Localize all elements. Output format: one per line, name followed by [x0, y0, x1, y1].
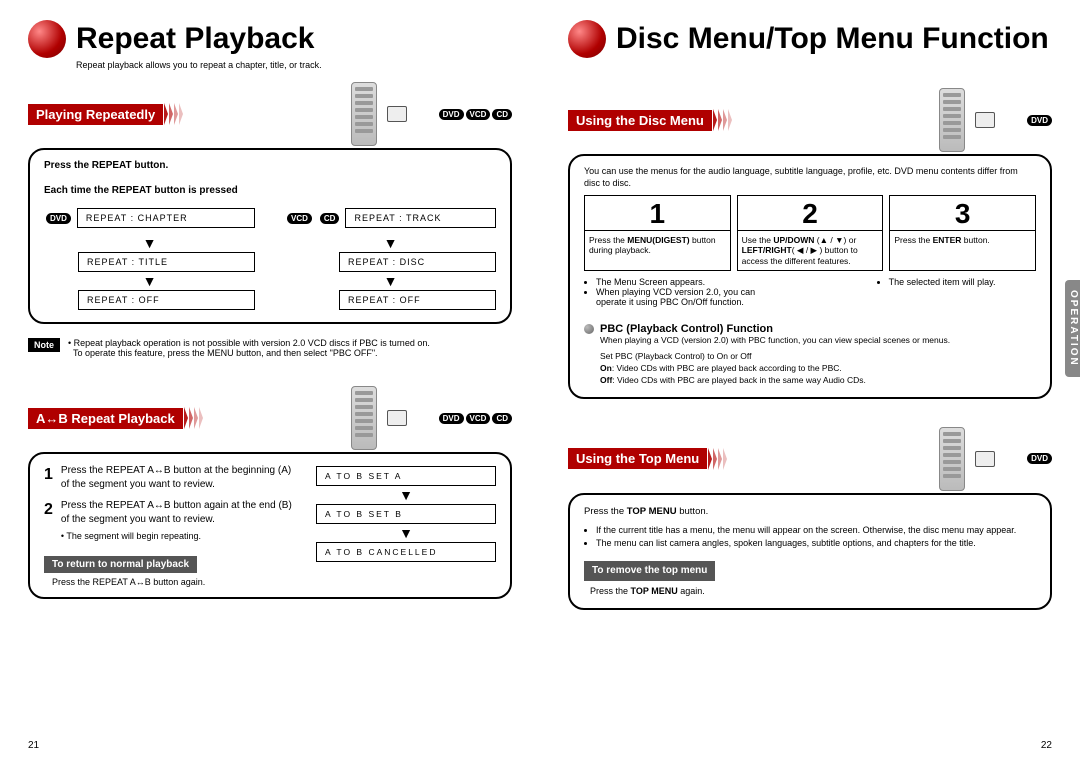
top-menu-panel: Press the TOP MENU button. If the curren… [568, 493, 1052, 610]
section-disc-menu-header: Using the Disc Menu DVD [568, 88, 1052, 152]
page-title: Repeat Playback [76, 24, 314, 54]
page-number: 21 [28, 740, 39, 751]
tab-arrows-icon [712, 109, 732, 131]
tab-arrows-icon [163, 103, 183, 125]
pbc-text: Off: Video CDs with PBC are played back … [600, 375, 1036, 387]
bullet-text: If the current title has a menu, the men… [596, 524, 1036, 537]
disc-badge: DVD [1027, 115, 1052, 126]
left-title-row: Repeat Playback [28, 20, 512, 58]
section-playing-repeatedly-header: Playing Repeatedly DVD VCD CD [28, 82, 512, 146]
repeat-button-icon [387, 106, 407, 122]
step-number: 2 [742, 200, 879, 231]
step-box-2: 2 Use the UP/DOWN (▲ / ▼) or LEFT/RIGHT(… [737, 195, 884, 271]
disc-badge: DVD [439, 109, 464, 120]
note-text: Repeat playback operation is not possibl… [74, 338, 430, 348]
down-arrow-icon: ▼ [316, 526, 496, 540]
instruction-line: Press the REPEAT button. [44, 160, 496, 171]
disc-badge: DVD [46, 213, 71, 224]
playing-repeatedly-panel: Press the REPEAT button. Each time the R… [28, 148, 512, 324]
disc-menu-panel: You can use the menus for the audio lang… [568, 154, 1052, 399]
sphere-icon [568, 20, 606, 58]
step-number: 1 [589, 200, 726, 231]
flow-state: A TO B SET A [316, 466, 496, 486]
section-top-menu-header: Using the Top Menu DVD [568, 427, 1052, 491]
side-tab-operation: OPERATION [1065, 280, 1080, 377]
intro-text: You can use the menus for the audio lang… [584, 166, 1036, 189]
step-text: Press the REPEAT A↔B button at the begin… [61, 464, 296, 491]
note-row: Note • Repeat playback operation is not … [28, 338, 512, 358]
disc-badge: DVD [439, 413, 464, 424]
return-normal-bar: To return to normal playback [44, 556, 197, 573]
down-arrow-icon: ▼ [44, 274, 255, 288]
step-box-3: 3 Press the ENTER button. [889, 195, 1036, 271]
tab-arrows-icon [707, 448, 727, 470]
left-page: Repeat Playback Repeat playback allows y… [0, 0, 540, 763]
step-text: Press the REPEAT A↔B button again at the… [61, 500, 292, 525]
remote-icon [351, 82, 377, 146]
left-subtitle: Repeat playback allows you to repeat a c… [76, 60, 512, 70]
step-number: 1 [44, 464, 53, 491]
pbc-text: On: On: Video CDs with PBC are played ba… [600, 363, 1036, 375]
right-title-row: Disc Menu/Top Menu Function [568, 20, 1052, 58]
disc-badge: CD [492, 109, 512, 120]
flow-state: A TO B SET B [316, 504, 496, 524]
page-number: 22 [1041, 740, 1052, 751]
down-arrow-icon: ▼ [44, 236, 255, 250]
bullet-text: The menu can list camera angles, spoken … [596, 537, 1036, 550]
disc-badge: VCD [287, 213, 312, 224]
bullet-text: The selected item will play. [889, 277, 1036, 287]
remote-icon [351, 386, 377, 450]
bullet-text: When playing VCD version 2.0, you can op… [596, 287, 772, 307]
flow-state: REPEAT : OFF [78, 290, 255, 310]
pbc-heading: PBC (Playback Control) Function [584, 323, 1036, 335]
section-tab: Using the Disc Menu [568, 110, 712, 131]
remote-icon [939, 427, 965, 491]
tab-arrows-icon [183, 407, 203, 429]
bullet-sphere-icon [584, 324, 594, 334]
disc-badge: VCD [466, 413, 491, 424]
down-arrow-icon: ▼ [285, 274, 496, 288]
top-menu-button-icon [975, 451, 995, 467]
disc-badge: DVD [1027, 453, 1052, 464]
step-number: 3 [894, 200, 1031, 231]
repeat-ab-button-icon [387, 410, 407, 426]
bullet-text: The Menu Screen appears. [596, 277, 772, 287]
step-number: 2 [44, 499, 53, 542]
sphere-icon [28, 20, 66, 58]
note-badge: Note [28, 338, 60, 352]
menu-button-icon [975, 112, 995, 128]
disc-badge: CD [320, 213, 340, 224]
step-sub-text: The segment will begin repeating. [66, 531, 201, 541]
section-tab: Using the Top Menu [568, 448, 707, 469]
down-arrow-icon: ▼ [285, 236, 496, 250]
flow-state: REPEAT : CHAPTER [77, 208, 255, 228]
return-normal-text: Press the REPEAT A↔B button again. [52, 577, 296, 587]
section-tab: A↔B Repeat Playback [28, 408, 183, 429]
note-text: To operate this feature, press the MENU … [73, 348, 378, 358]
page-title: Disc Menu/Top Menu Function [616, 24, 1049, 54]
down-arrow-icon: ▼ [316, 488, 496, 502]
flow-state: REPEAT : TRACK [345, 208, 496, 228]
instruction-line: Each time the REPEAT button is pressed [44, 185, 496, 196]
flow-state: REPEAT : DISC [339, 252, 496, 272]
pbc-text: Set PBC (Playback Control) to On or Off [600, 351, 1036, 363]
pbc-text: When playing a VCD (version 2.0) with PB… [600, 335, 1036, 347]
disc-badge: VCD [466, 109, 491, 120]
section-ab-repeat-header: A↔B Repeat Playback DVD VCD CD [28, 386, 512, 450]
section-tab: Playing Repeatedly [28, 104, 163, 125]
remove-top-menu-bar: To remove the top menu [584, 561, 715, 581]
flow-state: REPEAT : TITLE [78, 252, 255, 272]
right-page: OPERATION Disc Menu/Top Menu Function Us… [540, 0, 1080, 763]
remote-icon [939, 88, 965, 152]
flow-state: A TO B CANCELLED [316, 542, 496, 562]
step-box-1: 1 Press the MENU(DIGEST) button during p… [584, 195, 731, 271]
disc-badge: CD [492, 413, 512, 424]
flow-state: REPEAT : OFF [339, 290, 496, 310]
ab-repeat-panel: 1 Press the REPEAT A↔B button at the beg… [28, 452, 512, 599]
